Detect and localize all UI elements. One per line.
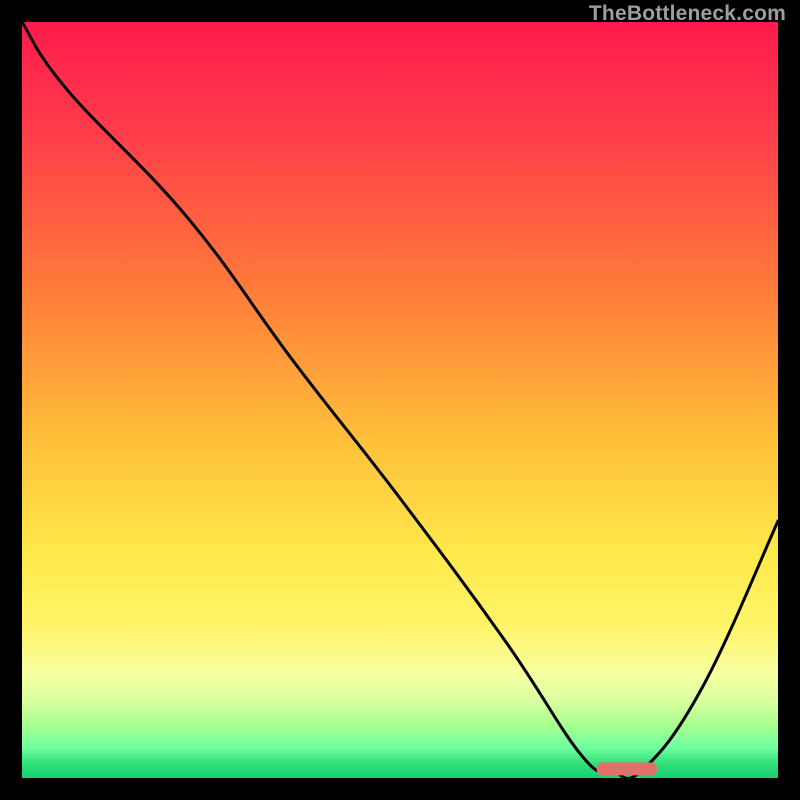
plot-area bbox=[22, 22, 778, 778]
chart-frame: TheBottleneck.com bbox=[0, 0, 800, 800]
watermark-text: TheBottleneck.com bbox=[589, 2, 786, 26]
